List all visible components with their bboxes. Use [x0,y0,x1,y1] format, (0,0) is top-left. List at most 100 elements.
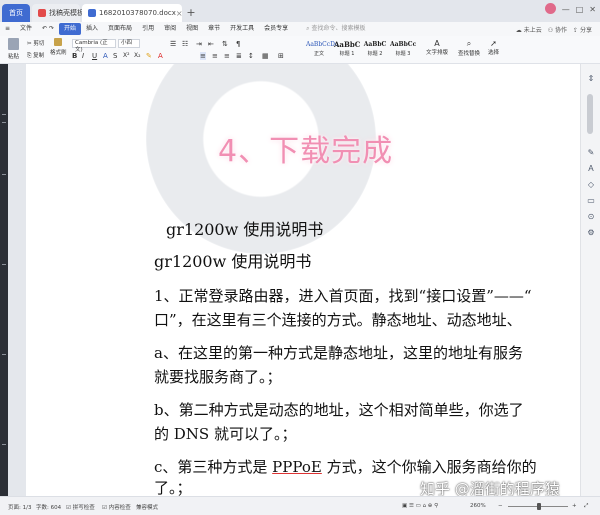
style-heading-3[interactable]: AaBbCc 标题 3 [390,39,416,61]
superscript-icon[interactable]: X² [123,52,130,59]
tab-draft-label: 找稿壳模板 [49,9,84,17]
menu-item-section[interactable]: 章节 [203,23,225,35]
minimize-icon[interactable]: — [562,5,570,14]
bullet-list-icon[interactable]: ☰ [170,40,176,48]
subscript-icon[interactable]: X₂ [134,52,141,59]
menu-item-insert[interactable]: 插入 [81,23,103,35]
close-window-icon[interactable]: ✕ [589,5,596,14]
bold-icon[interactable]: B [72,52,77,60]
paste-button[interactable]: 粘贴 [8,38,19,60]
title-bar-controls: — □ ✕ [544,3,596,16]
tab-home-label: 首页 [9,9,23,17]
italic-icon[interactable]: I [82,52,84,60]
page-indicator[interactable]: 页面: 1/3 [8,503,31,511]
collapse-icon[interactable]: ⇕ [586,74,596,84]
content-check[interactable]: ☑ 内容检查 [102,503,131,511]
tab-draft-template[interactable]: 找稿壳模板 [32,4,84,22]
edit-icon[interactable]: ✎ [586,148,596,158]
view-icons[interactable]: ▣ ☰ ▭ ⌂ ⊕ ⚲ [402,503,438,509]
align-center-icon[interactable]: ≡ [212,52,218,60]
collab-button[interactable]: ⚇ 协作 [548,25,567,34]
document-area[interactable]: 4、下载完成 gr1200w 使用说明书 gr1200w 使用说明书 1、正常登… [8,64,580,496]
word-doc-icon [88,9,96,17]
style-heading-1[interactable]: AaBbC 标题 1 [334,39,360,61]
content-check-label: 内容检查 [108,505,131,511]
numbered-list-icon[interactable]: ☷ [182,40,188,48]
menu-item-developer[interactable]: 开发工具 [225,23,259,35]
paragraph-4-text-b: 方式，这个你输入服务商给你的 [321,458,537,476]
show-marks-icon[interactable]: ¶ [236,40,240,48]
avatar[interactable] [544,3,556,16]
sort-icon[interactable]: ⇅ [222,40,228,48]
paste-icon [8,38,19,50]
find-replace-button[interactable]: ⌕ 查找替换 [458,39,480,57]
style-heading-2[interactable]: AaBbC 标题 2 [362,39,388,61]
close-tab-icon[interactable]: × [176,9,183,18]
picture-icon[interactable]: ▭ [586,196,596,206]
font-size-select[interactable]: 小四 [118,39,140,48]
menu-item-file[interactable]: 文件 [15,23,37,35]
status-bar: 页面: 1/3 字数: 604 ☑ 拼写检查 ☑ 内容检查 兼容模式 ▣ ☰ ▭… [0,496,600,515]
style-normal[interactable]: AaBbCcDc 正文 [306,39,338,61]
zoom-level[interactable]: 260% [470,503,486,509]
outdent-icon[interactable]: ⇤ [208,40,214,48]
menu-item-view[interactable]: 视图 [181,23,203,35]
strikethrough-icon[interactable]: S [113,52,117,60]
menu-item-references[interactable]: 引用 [137,23,159,35]
word-count[interactable]: 字数: 604 [36,503,61,511]
text-color-icon[interactable]: A [158,52,163,60]
paragraph-4-text-a: c、第三种方式是 [154,458,273,476]
menu-hamburger-icon[interactable]: ≡ [0,23,15,35]
fullscreen-icon[interactable]: ⤢ [584,503,588,510]
align-right-icon[interactable]: ≡ [224,52,230,60]
zoom-slider-knob[interactable] [536,503,541,510]
shape-icon[interactable]: ◇ [586,180,596,190]
text-tools-button[interactable]: A 文字排版 [426,39,448,56]
cut-button[interactable]: ✂ 剪切 [27,39,44,47]
paragraph-1-line-2: 口”，在这里有三个连接的方式。静态地址、动态地址、 [154,311,522,329]
share-button[interactable]: ⇪ 分享 [573,25,592,34]
command-search[interactable]: ⌕ 查找命令、搜索模板 [301,23,370,35]
zoom-out-icon[interactable]: − [498,503,503,509]
font-color-icon[interactable]: A [103,52,108,60]
title-bar: 首页 找稿壳模板 1682010378070.docx × + — □ ✕ [0,0,600,22]
spell-check-label: 拼写检查 [72,505,95,511]
spell-check[interactable]: ☑ 拼写检查 [66,503,95,511]
format-painter-button[interactable]: 格式刷 [50,38,67,56]
tab-document[interactable]: 1682010378070.docx × [82,4,183,22]
share-icon: ⇪ [573,26,580,34]
zoom-in-icon[interactable]: + [572,503,577,509]
menu-item-home[interactable]: 开始 [59,23,82,35]
gear-icon[interactable]: ⚙ [586,228,596,238]
menu-item-edit-tools[interactable]: ↶ ↷ [37,23,59,35]
vertical-scrollbar[interactable] [587,94,593,134]
style-heading-2-label: 标题 2 [367,51,383,57]
justify-icon[interactable]: ≣ [236,52,242,60]
menu-item-review[interactable]: 审阅 [159,23,181,35]
right-side-toolbar: ⇕ ✎ Ａ ◇ ▭ ⊙ ⚙ [580,64,600,496]
format-icon[interactable]: Ａ [586,164,596,174]
indent-icon[interactable]: ⇥ [196,40,202,48]
find-icon: ⌕ [466,39,472,48]
maximize-icon[interactable]: □ [576,5,584,14]
borders-icon[interactable]: ⊞ [278,52,284,60]
align-left-icon[interactable]: ≡ [200,52,206,60]
copy-button[interactable]: ⎘ 复制 [27,51,44,60]
select-label: 选择 [488,50,500,56]
menu-item-page-layout[interactable]: 页面布局 [103,23,137,35]
tab-home[interactable]: 首页 [2,4,30,22]
cut-label: 剪切 [33,41,45,47]
shading-icon[interactable]: ▦ [262,52,269,60]
style-normal-label: 正文 [313,51,324,57]
font-name-select[interactable]: Cambria (正文) [72,39,116,53]
underline-icon[interactable]: U [92,52,97,60]
menu-item-member[interactable]: 会员专享 [259,23,293,35]
wps-writer-window: 首页 找稿壳模板 1682010378070.docx × + — □ ✕ ≡ … [0,0,600,515]
line-spacing-icon[interactable]: ↕ [248,52,254,60]
location-icon[interactable]: ⊙ [586,212,596,222]
select-button[interactable]: ➚ 选择 [488,39,499,56]
new-tab-button[interactable]: + [184,4,198,22]
document-page[interactable]: 4、下载完成 gr1200w 使用说明书 gr1200w 使用说明书 1、正常登… [26,64,580,496]
cloud-status[interactable]: ☁ 未上云 [516,25,542,34]
highlight-icon[interactable]: ✎ [146,52,152,60]
